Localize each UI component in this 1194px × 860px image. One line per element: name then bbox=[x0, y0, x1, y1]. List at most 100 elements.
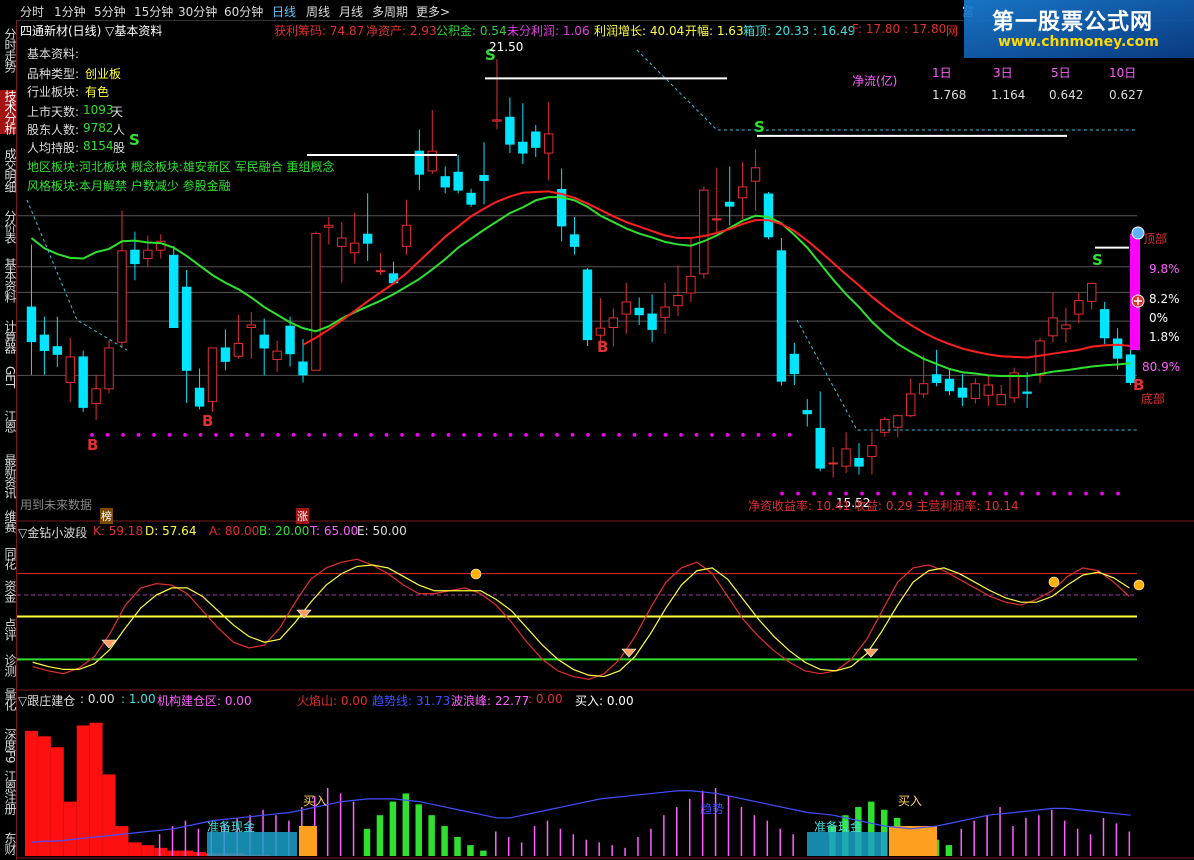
tab-9[interactable]: 多周期 bbox=[372, 3, 408, 20]
tab-5[interactable]: 60分钟 bbox=[224, 3, 263, 20]
left-tab-10[interactable]: 同花 bbox=[0, 547, 17, 569]
green-bar-34 bbox=[467, 845, 474, 856]
left-tab-8[interactable]: 最新资讯 bbox=[0, 454, 17, 498]
future-data-note: 用到未来数据 bbox=[20, 498, 93, 512]
signal-sell-0: S bbox=[129, 131, 140, 149]
support-dot-24 bbox=[462, 433, 466, 437]
left-tab-7[interactable]: 江恩 bbox=[0, 410, 17, 432]
candle-body-22 bbox=[311, 233, 321, 371]
left-tab-14[interactable]: 量化 bbox=[0, 688, 17, 710]
reserve-band-2 bbox=[807, 832, 887, 856]
magenta-bar-47 bbox=[637, 836, 639, 856]
tab-1[interactable]: 1分钟 bbox=[54, 3, 86, 20]
candle-body-17 bbox=[246, 324, 256, 329]
panel2-k: K: 59.18 bbox=[93, 524, 144, 538]
buy-label-2: 买入 bbox=[898, 794, 923, 808]
candle-body-25 bbox=[350, 242, 360, 254]
candle-body-77 bbox=[1022, 391, 1032, 394]
candle-body-62 bbox=[828, 462, 838, 465]
left-tab-17[interactable]: 东财 bbox=[0, 832, 17, 854]
magenta-bar-84 bbox=[1115, 823, 1118, 856]
panel2-title[interactable]: ▽金钻小波段 bbox=[18, 524, 87, 541]
holders-label: 股东人数: bbox=[27, 123, 80, 137]
stock-title[interactable]: 四通新材(日线) ▽基本资料 bbox=[20, 22, 162, 39]
tab-3[interactable]: 15分钟 bbox=[134, 3, 173, 20]
candle-body-48 bbox=[647, 313, 657, 330]
tab-7[interactable]: 周线 bbox=[306, 3, 330, 20]
left-tab-1[interactable]: 技术分析 bbox=[0, 90, 17, 134]
panel2-t: T: 65.00 bbox=[310, 524, 359, 538]
left-tab-15[interactable]: 深度F9 bbox=[0, 728, 17, 763]
netflow-period-1: 1日 bbox=[932, 66, 952, 80]
left-tab-13[interactable]: 诊测 bbox=[0, 654, 17, 676]
left-tab-11[interactable]: 资金 bbox=[0, 580, 17, 602]
left-tab-6[interactable]: GET bbox=[0, 366, 17, 387]
left-tab-4[interactable]: 基本资料 bbox=[0, 258, 17, 302]
left-tab-12[interactable]: 点评 bbox=[0, 618, 17, 640]
support-dot-b-19 bbox=[1084, 491, 1088, 496]
support-dot-29 bbox=[539, 433, 544, 437]
netflow-period-5: 5日 bbox=[1051, 66, 1071, 80]
support-dot-12 bbox=[276, 433, 280, 437]
magenta-bar-74 bbox=[986, 815, 988, 856]
candle-body-27 bbox=[375, 270, 386, 273]
header-stat-7: F: 17.80 : 17.80 bbox=[852, 22, 947, 36]
tab-6[interactable]: 日线 bbox=[272, 3, 296, 20]
netflow-value-3: 1.164 bbox=[991, 88, 1026, 102]
cash-bar-6 bbox=[102, 774, 116, 856]
candle-body-34 bbox=[466, 192, 476, 205]
cash-bar-4 bbox=[76, 725, 90, 856]
netflow-label: 净流(亿) bbox=[852, 74, 898, 88]
left-tab-2[interactable]: 成交明细 bbox=[0, 148, 17, 192]
green-bar-33 bbox=[454, 836, 461, 856]
header-stat-0: 获利筹码: 74.87 bbox=[274, 24, 365, 38]
candle-body-44 bbox=[595, 327, 606, 336]
pct-label-4: 1.8% bbox=[1149, 330, 1180, 344]
green-bar-27 bbox=[376, 815, 384, 856]
support-dot-35 bbox=[632, 433, 637, 437]
support-dot-18 bbox=[369, 433, 373, 437]
left-tab-9[interactable]: 维赛 bbox=[0, 510, 17, 532]
magenta-bar-11 bbox=[171, 826, 174, 856]
support-dot-b-6 bbox=[876, 491, 880, 496]
header-stat-4: 利润增长: 40.04 bbox=[594, 24, 685, 38]
support-dot-b-3 bbox=[828, 491, 832, 496]
candle-body-72 bbox=[957, 387, 968, 398]
holders-unit: 人 bbox=[113, 123, 126, 137]
support-dot-b-21 bbox=[1116, 491, 1120, 496]
tab-2[interactable]: 5分钟 bbox=[94, 3, 126, 20]
magenta-bar-57 bbox=[766, 820, 769, 856]
candle-body-78 bbox=[1035, 340, 1045, 376]
support-dot-b-2 bbox=[812, 491, 816, 496]
tab-10[interactable]: 更多> bbox=[416, 3, 450, 20]
left-tab-16[interactable]: 江恩注册 bbox=[0, 770, 17, 814]
candle-body-64 bbox=[854, 457, 864, 467]
support-dot-b-20 bbox=[1100, 491, 1104, 496]
candle-body-74 bbox=[983, 384, 994, 396]
panel2-e: E: 50.00 bbox=[357, 524, 407, 538]
panel3-v1: : 0.00 bbox=[80, 692, 115, 706]
top-label: 顶部 bbox=[1143, 232, 1168, 246]
candle-body-53 bbox=[712, 218, 722, 221]
left-tab-3[interactable]: 分价表 bbox=[0, 210, 17, 243]
tab-8[interactable]: 月线 bbox=[339, 3, 363, 20]
left-tab-0[interactable]: 分时走势 bbox=[0, 28, 17, 72]
position-bar bbox=[1130, 234, 1140, 350]
holders-value: 9782 bbox=[83, 121, 114, 135]
support-dot-15 bbox=[322, 433, 327, 437]
signal-sell-3: S bbox=[1092, 251, 1103, 269]
magenta-bar-81 bbox=[1076, 828, 1079, 856]
support-dot-38 bbox=[679, 433, 683, 437]
candle-body-82 bbox=[1087, 282, 1097, 302]
tab-0[interactable]: 分时 bbox=[20, 3, 44, 20]
signal-buy-4: B bbox=[87, 436, 98, 454]
panel2-b: B: 20.00 bbox=[259, 524, 310, 538]
candle-body-24 bbox=[337, 237, 347, 247]
tab-4[interactable]: 30分钟 bbox=[178, 3, 217, 20]
support-dot-b-11 bbox=[956, 491, 960, 496]
support-dot-32 bbox=[586, 433, 590, 437]
left-tab-5[interactable]: 计算器 bbox=[0, 320, 17, 353]
netflow-value-10: 0.627 bbox=[1109, 88, 1144, 102]
panel3-title[interactable]: ▽跟庄建仓 bbox=[18, 692, 75, 709]
support-dot-28 bbox=[524, 433, 528, 437]
